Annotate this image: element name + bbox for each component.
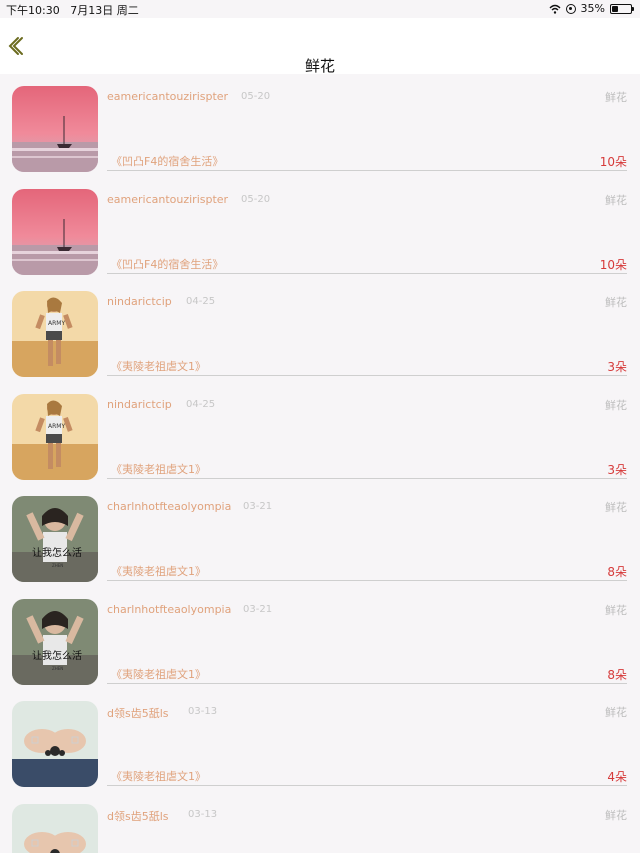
- status-time-date: 下午10:30 7月13日 周二: [6, 4, 139, 17]
- navigation-bar: 鲜花: [0, 18, 640, 75]
- username: nindarictcip: [107, 295, 172, 308]
- avatar[interactable]: [12, 701, 98, 787]
- list-item[interactable]: 让我怎么活 ZHEN charlnhotfteaolyompia 03-21 鲜…: [0, 484, 640, 587]
- status-indicators: 35%: [549, 2, 634, 15]
- divider: [107, 682, 627, 684]
- wifi-icon: [549, 4, 561, 14]
- gift-category: 鲜花: [605, 398, 627, 412]
- avatar[interactable]: [12, 803, 98, 853]
- gift-category: 鲜花: [605, 808, 627, 822]
- divider: [107, 785, 627, 786]
- svg-text:ZHEN: ZHEN: [52, 666, 63, 671]
- gift-date: 03-21: [243, 603, 273, 615]
- divider: [107, 272, 627, 274]
- avatar[interactable]: 让我怎么活 ZHEN: [12, 598, 98, 685]
- svg-text:让我怎么活: 让我怎么活: [32, 649, 82, 662]
- gift-date: 05-20: [241, 91, 271, 102]
- username: d领s齿5舐ls: [107, 809, 169, 823]
- gift-date: 03-13: [188, 808, 218, 820]
- avatar[interactable]: ARMY: [12, 291, 98, 377]
- divider: [107, 375, 627, 376]
- gift-date: 05-20: [241, 193, 271, 205]
- svg-text:ARMY: ARMY: [48, 423, 65, 430]
- list-item[interactable]: 让我怎么活 ZHEN charlnhotfteaolyompia 03-21 鲜…: [0, 587, 640, 690]
- list-item[interactable]: d领s齿5舐ls 03-13 鲜花 《夷陵老祖虐文1》 4朵: [0, 689, 640, 792]
- flower-count: 3朵: [607, 360, 627, 374]
- battery-percent: 35%: [580, 2, 605, 15]
- status-bar: 下午10:30 7月13日 周二 35%: [0, 0, 640, 18]
- list-item[interactable]: d领s齿5舐ls 03-13 鲜花: [0, 792, 640, 853]
- gift-category: 鲜花: [605, 91, 627, 104]
- gift-category: 鲜花: [605, 501, 627, 514]
- gift-category: 鲜花: [605, 706, 627, 719]
- avatar[interactable]: [12, 188, 98, 275]
- flower-count: 10朵: [599, 155, 627, 169]
- list-item[interactable]: ARMY nindarictcip 04-25 鲜花 《夷陵老祖虐文1》 3朵: [0, 279, 640, 382]
- gift-category: 鲜花: [605, 193, 627, 207]
- battery-icon: [610, 3, 634, 14]
- username: charlnhotfteaolyompia: [107, 602, 232, 616]
- book-title[interactable]: 《凹凸F4的宿舍生活》: [111, 153, 223, 169]
- svg-text:ZHEN: ZHEN: [52, 563, 63, 568]
- divider: [107, 477, 627, 479]
- list-item[interactable]: eamericantouzirispter 05-20 鲜花 《凹凸F4的宿舍生…: [0, 74, 640, 177]
- flower-count: 4朵: [607, 770, 627, 784]
- divider: [107, 580, 627, 581]
- book-title[interactable]: 《夷陵老祖虐文1》: [111, 461, 206, 477]
- gift-date: 03-13: [188, 706, 218, 717]
- book-title[interactable]: 《夷陵老祖虐文1》: [111, 563, 206, 579]
- flower-gift-list: eamericantouzirispter 05-20 鲜花 《凹凸F4的宿舍生…: [0, 74, 640, 853]
- username: nindarictcip: [107, 397, 172, 411]
- username: eamericantouzirispter: [107, 90, 229, 103]
- orientation-lock-icon: [565, 3, 576, 14]
- flower-count: 8朵: [607, 565, 627, 579]
- book-title[interactable]: 《夷陵老祖虐文1》: [111, 666, 206, 682]
- list-item[interactable]: eamericantouzirispter 05-20 鲜花 《凹凸F4的宿舍生…: [0, 177, 640, 280]
- flower-count: 3朵: [607, 462, 627, 477]
- book-title[interactable]: 《夷陵老祖虐文1》: [111, 358, 206, 374]
- avatar[interactable]: [12, 86, 98, 172]
- avatar[interactable]: ARMY: [12, 393, 98, 480]
- username: charlnhotfteaolyompia: [107, 500, 232, 513]
- flower-count: 8朵: [607, 667, 627, 682]
- list-item[interactable]: ARMY nindarictcip 04-25 鲜花 《夷陵老祖虐文1》 3朵: [0, 382, 640, 485]
- gift-date: 03-21: [243, 501, 273, 512]
- book-title[interactable]: 《夷陵老祖虐文1》: [111, 768, 206, 784]
- divider: [107, 170, 627, 171]
- flower-count: 10朵: [599, 257, 627, 272]
- gift-category: 鲜花: [605, 296, 627, 309]
- gift-date: 04-25: [186, 296, 216, 307]
- username: eamericantouzirispter: [107, 192, 229, 206]
- avatar[interactable]: 让我怎么活 ZHEN: [12, 496, 98, 582]
- username: d领s齿5舐ls: [107, 707, 169, 720]
- gift-category: 鲜花: [605, 603, 627, 617]
- book-title[interactable]: 《凹凸F4的宿舍生活》: [111, 256, 223, 272]
- gift-date: 04-25: [186, 398, 216, 410]
- svg-text:ARMY: ARMY: [48, 320, 65, 327]
- page-title: 鲜花: [304, 57, 335, 75]
- svg-text:让我怎么活: 让我怎么活: [32, 546, 82, 559]
